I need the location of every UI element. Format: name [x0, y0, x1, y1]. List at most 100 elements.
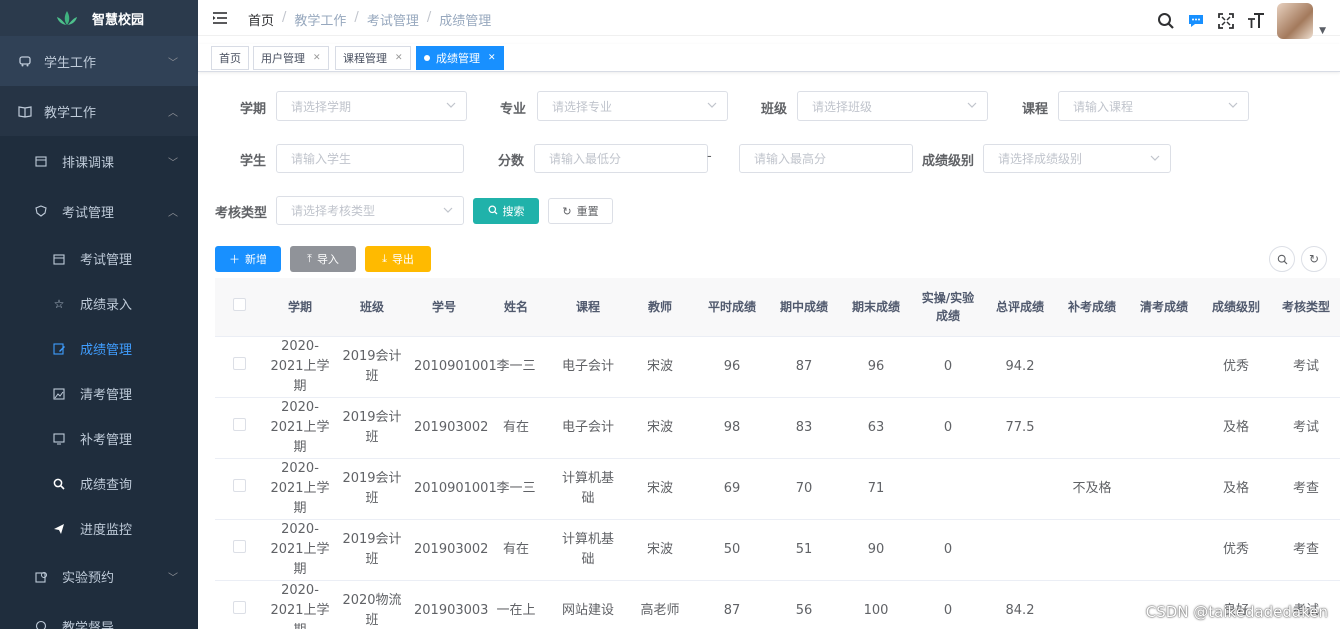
search-icon[interactable]	[1151, 6, 1181, 36]
font-size-icon[interactable]	[1241, 6, 1271, 36]
class-placeholder: 请选择班级	[812, 99, 873, 114]
breadcrumb: 首页 / 教学工作 / 考试管理 / 成绩管理	[248, 10, 491, 29]
menu-score-query[interactable]: 成绩查询	[0, 461, 198, 506]
table-cell	[1056, 397, 1128, 459]
message-icon[interactable]	[1181, 6, 1211, 36]
table-cell: 不及格	[1056, 458, 1128, 520]
major-select[interactable]: 请选择专业	[537, 91, 728, 121]
menu-makeup-exam[interactable]: 补考管理	[0, 416, 198, 461]
student-input[interactable]: 请输入学生	[276, 144, 464, 173]
tags-view: 首页 用户管理 ✕ 课程管理 ✕ 成绩管理 ✕	[198, 44, 1340, 72]
column-header: 总评成绩	[984, 278, 1056, 337]
search-button[interactable]: 搜索	[473, 198, 539, 224]
max-score-input[interactable]: 请输入最高分	[739, 144, 913, 173]
refresh-icon: ↻	[562, 204, 572, 218]
row-checkbox[interactable]	[233, 417, 246, 431]
table-row[interactable]: 2020-2021上学期 2019会计班 201903002 有在 计算机基础 宋波 50 5…	[215, 519, 1340, 581]
select-all-checkbox[interactable]	[233, 297, 246, 311]
exam-type-select[interactable]: 请选择考核类型	[276, 196, 464, 225]
term-select[interactable]: 请选择学期	[276, 91, 467, 121]
table-cell	[912, 458, 984, 520]
score-range-separator: -	[707, 149, 712, 164]
exam-type-placeholder: 请选择考核类型	[291, 204, 376, 218]
breadcrumb-home[interactable]: 首页	[248, 10, 274, 29]
table-row[interactable]: 2020-2021上学期 2019会计班 2010901001 李一三 计算机基础 宋波 6…	[215, 458, 1340, 520]
close-icon[interactable]: ✕	[313, 53, 321, 63]
date-icon	[52, 252, 66, 266]
table-cell: 0	[912, 397, 984, 459]
min-score-input[interactable]: 请输入最低分	[534, 144, 708, 173]
chevron-down-icon	[443, 207, 453, 213]
row-checkbox[interactable]	[233, 539, 246, 553]
chevron-up-icon: ︿	[168, 207, 178, 219]
table-cell	[984, 519, 1056, 581]
menu-exam-manage-sub[interactable]: 考试管理	[0, 236, 198, 281]
course-select[interactable]: 请输入课程	[1058, 91, 1249, 121]
table-cell: 2010901001	[408, 336, 497, 398]
row-checkbox[interactable]	[233, 600, 246, 614]
level-label: 成绩级别	[922, 154, 975, 169]
export-button[interactable]: ⤓ 导出	[365, 246, 431, 272]
search-button-label: 搜索	[502, 205, 525, 218]
menu-student-work[interactable]: 学生工作 ﹀	[0, 36, 198, 86]
column-header: 姓名	[480, 278, 552, 337]
table-cell: 56	[768, 580, 840, 629]
column-header: 实操/实验成绩	[912, 278, 984, 337]
close-icon[interactable]: ✕	[395, 53, 403, 63]
major-label: 专业	[500, 102, 527, 117]
tag-user-management[interactable]: 用户管理 ✕	[253, 46, 329, 70]
menu-label: 补考管理	[80, 433, 133, 448]
edit-icon	[52, 342, 66, 356]
table-cell: 2019会计班	[336, 519, 408, 581]
row-checkbox[interactable]	[233, 478, 246, 492]
toggle-search-button[interactable]	[1269, 246, 1295, 272]
menu-lab-booking[interactable]: 实验预约 ﹀	[0, 551, 198, 601]
row-checkbox[interactable]	[233, 356, 246, 370]
menu-score-entry[interactable]: ☆ 成绩录入	[0, 281, 198, 326]
close-icon[interactable]: ✕	[488, 53, 496, 63]
table-cell: 考试	[1272, 336, 1340, 398]
table-cell	[1128, 519, 1200, 581]
menu-exam-management[interactable]: 考试管理 ︿	[0, 186, 198, 236]
level-select[interactable]: 请选择成绩级别	[983, 144, 1171, 173]
fullscreen-icon[interactable]	[1211, 6, 1241, 36]
table-row[interactable]: 2020-2021上学期 2019会计班 201903002 有在 电子会计 宋波 98 83…	[215, 397, 1340, 459]
menu-score-management[interactable]: 成绩管理	[0, 326, 198, 371]
reset-button[interactable]: ↻ 重置	[548, 198, 613, 224]
breadcrumb-separator: /	[426, 10, 432, 25]
import-button[interactable]: ⤒ 导入	[290, 246, 356, 272]
table-cell: 51	[768, 519, 840, 581]
tag-label: 课程管理	[343, 52, 387, 65]
hamburger-icon[interactable]	[212, 10, 228, 26]
table-cell: 2020-2021上学期	[264, 519, 336, 581]
tag-home[interactable]: 首页	[211, 46, 249, 70]
refresh-table-button[interactable]: ↻	[1301, 246, 1327, 272]
menu-teaching-work[interactable]: 教学工作 ︿	[0, 86, 198, 136]
table-cell: 201903002	[408, 397, 488, 459]
add-button[interactable]: ＋ 新增	[215, 246, 281, 272]
table-cell: 2020-2021上学期	[264, 336, 336, 398]
menu-clear-exam[interactable]: 清考管理	[0, 371, 198, 416]
level-placeholder: 请选择成绩级别	[998, 152, 1083, 166]
class-select[interactable]: 请选择班级	[797, 91, 988, 121]
menu-teaching-supervision[interactable]: 教学督导	[0, 601, 198, 629]
chevron-down-icon	[707, 102, 717, 108]
table-cell: 94.2	[984, 336, 1056, 398]
add-button-label: 新增	[245, 253, 267, 266]
star-icon: ☆	[53, 296, 65, 311]
caret-down-icon[interactable]: ▼	[1319, 26, 1326, 36]
column-header: 平时成绩	[696, 278, 768, 337]
menu-scheduling[interactable]: 排课调课 ﹀	[0, 136, 198, 186]
menu-progress-monitor[interactable]: 进度监控	[0, 506, 198, 551]
table-cell	[1128, 458, 1200, 520]
tag-course-management[interactable]: 课程管理 ✕	[335, 46, 411, 70]
column-header: 补考成绩	[1056, 278, 1128, 337]
tag-score-management[interactable]: 成绩管理 ✕	[416, 46, 504, 70]
avatar[interactable]	[1277, 3, 1314, 39]
table-row[interactable]: 2020-2021上学期 2019会计班 2010901001 李一三 电子会计 宋波 96…	[215, 336, 1340, 398]
table-cell: 高老师	[624, 580, 696, 629]
menu-label: 成绩查询	[80, 478, 133, 493]
chevron-down-icon: ﹀	[168, 572, 178, 584]
menu-label: 实验预约	[62, 570, 115, 586]
menu-label: 成绩管理	[80, 343, 133, 358]
